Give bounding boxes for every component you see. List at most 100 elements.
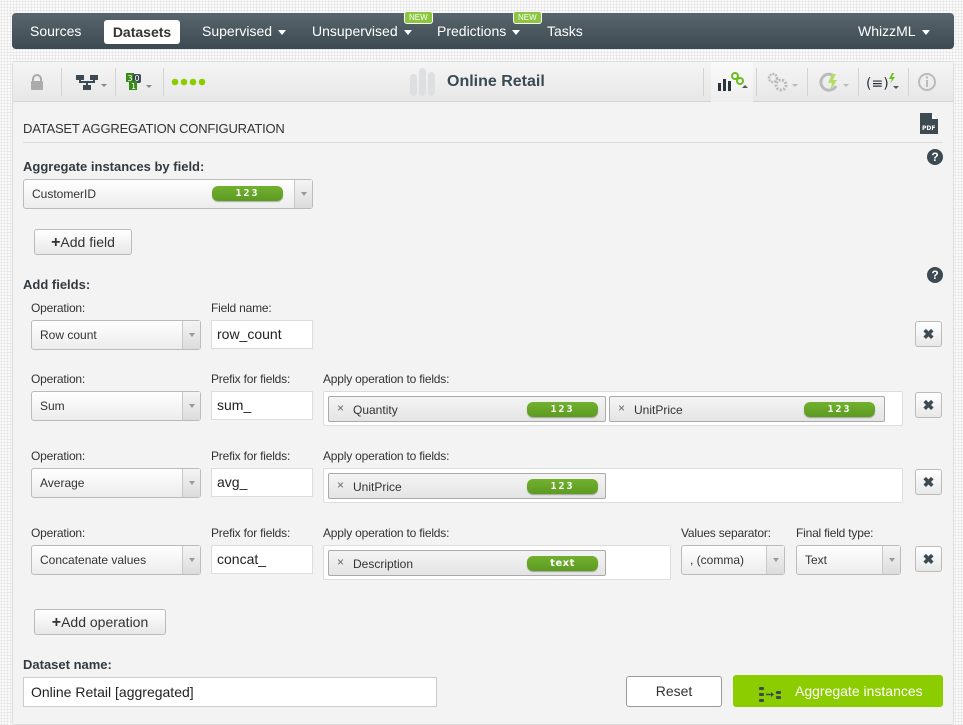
nav-predictions[interactable]: Predictions NEW bbox=[437, 11, 542, 49]
chevron-down-icon[interactable] bbox=[182, 392, 200, 420]
add-field-label: Add field bbox=[60, 234, 115, 250]
apply-fields-label: Apply operation to fields: bbox=[323, 449, 450, 463]
svg-text:1: 1 bbox=[131, 82, 136, 91]
close-icon: ✖ bbox=[922, 551, 935, 567]
operation-select[interactable]: Sum bbox=[31, 391, 201, 421]
prefix-input[interactable]: avg_ bbox=[211, 468, 313, 497]
aggregate-instances-button[interactable]: Aggregate instances bbox=[733, 675, 943, 707]
reset-button[interactable]: Reset bbox=[626, 676, 722, 707]
user-menu[interactable]: WhizzML bbox=[858, 13, 930, 49]
counter-icon[interactable]: 301 bbox=[123, 62, 159, 102]
toolbar-divider bbox=[756, 68, 757, 96]
nav-sources[interactable]: Sources bbox=[30, 13, 81, 49]
remove-operation-button[interactable]: ✖ bbox=[915, 469, 942, 495]
caret-down-icon bbox=[403, 29, 412, 35]
remove-chip-icon[interactable]: × bbox=[337, 549, 344, 575]
gears-icon[interactable] bbox=[761, 62, 803, 102]
final-type-label: Final field type: bbox=[796, 526, 874, 540]
toolbar-divider bbox=[61, 68, 62, 96]
remove-operation-button[interactable]: ✖ bbox=[915, 392, 942, 418]
toolbar-divider bbox=[807, 68, 808, 96]
operation-label: Operation: bbox=[31, 301, 86, 315]
operation-select[interactable]: Concatenate values bbox=[31, 545, 201, 575]
field-type-badge: 123 bbox=[527, 479, 598, 494]
lock-icon[interactable] bbox=[25, 62, 49, 102]
operation-value: Average bbox=[40, 476, 85, 490]
operation-label: Operation: bbox=[31, 526, 86, 540]
resource-toolbar: 301 Online Retail (≡) bbox=[13, 62, 953, 102]
chevron-down-icon[interactable] bbox=[182, 546, 200, 574]
toolbar-divider bbox=[858, 68, 859, 96]
nav-tasks-label: Tasks bbox=[547, 23, 583, 39]
prefix-input[interactable]: concat_ bbox=[211, 545, 313, 574]
apply-fields-multiselect[interactable]: × Quantity 123 × UnitPrice 123 bbox=[323, 391, 903, 426]
operation-select[interactable]: Average bbox=[31, 468, 201, 498]
nav-unsupervised[interactable]: Unsupervised NEW bbox=[312, 11, 433, 49]
top-navbar: Sources Datasets Supervised Unsupervised… bbox=[12, 11, 954, 49]
apply-fields-multiselect[interactable]: × Description text bbox=[323, 545, 671, 580]
remove-chip-icon[interactable]: × bbox=[337, 395, 344, 421]
chevron-down-icon[interactable] bbox=[182, 321, 200, 349]
prefix-label: Prefix for fields: bbox=[211, 449, 291, 463]
nav-predictions-label: Predictions bbox=[437, 23, 507, 39]
operation-label: Operation: bbox=[31, 449, 86, 463]
caret-down-icon bbox=[921, 29, 930, 35]
user-menu-label: WhizzML bbox=[858, 23, 916, 39]
main-panel: 301 Online Retail (≡) DATASET AGGREGATIO… bbox=[12, 61, 954, 725]
toolbar-divider bbox=[163, 68, 164, 96]
operation-select[interactable]: Row count bbox=[31, 320, 201, 350]
info-icon[interactable] bbox=[915, 62, 939, 102]
nav-tasks[interactable]: Tasks bbox=[547, 13, 583, 49]
apply-fields-multiselect[interactable]: × UnitPrice 123 bbox=[323, 468, 903, 503]
chevron-down-icon[interactable] bbox=[294, 180, 312, 208]
operation-value: Concatenate values bbox=[40, 553, 147, 567]
apply-fields-label: Apply operation to fields: bbox=[323, 372, 450, 386]
formula-icon[interactable]: (≡) bbox=[863, 62, 903, 102]
lightning-cycle-icon[interactable] bbox=[813, 62, 853, 102]
field-chip: × Description text bbox=[328, 550, 606, 576]
nav-sources-label: Sources bbox=[30, 23, 82, 39]
close-icon: ✖ bbox=[922, 397, 935, 413]
final-type-select[interactable]: Text bbox=[796, 545, 901, 575]
chevron-down-icon[interactable] bbox=[882, 546, 900, 574]
plus-icon: + bbox=[51, 614, 62, 631]
add-field-button[interactable]: +Add field bbox=[34, 229, 132, 255]
close-icon: ✖ bbox=[922, 474, 935, 490]
aggregate-field-select[interactable]: CustomerID 123 bbox=[23, 179, 313, 209]
pdf-icon[interactable]: PDF bbox=[919, 112, 939, 140]
help-icon[interactable]: ? bbox=[927, 149, 943, 165]
remove-chip-icon[interactable]: × bbox=[337, 472, 344, 498]
dataset-name-input[interactable]: Online Retail [aggregated] bbox=[23, 677, 437, 707]
svg-text:PDF: PDF bbox=[922, 125, 935, 132]
field-chip: × UnitPrice 123 bbox=[609, 396, 885, 422]
remove-operation-button[interactable]: ✖ bbox=[915, 321, 942, 347]
caret-down-icon bbox=[278, 29, 287, 35]
help-icon[interactable]: ? bbox=[927, 267, 943, 283]
separator-select[interactable]: , (comma) bbox=[681, 545, 785, 575]
nav-supervised[interactable]: Supervised bbox=[202, 13, 287, 49]
section-title: DATASET AGGREGATION CONFIGURATION bbox=[23, 121, 285, 136]
chevron-down-icon[interactable] bbox=[766, 546, 784, 574]
new-badge: NEW bbox=[404, 11, 433, 24]
apply-fields-label: Apply operation to fields: bbox=[323, 526, 450, 540]
aggregate-instances-label: Aggregate instances bbox=[795, 683, 923, 699]
chevron-down-icon[interactable] bbox=[182, 469, 200, 497]
prefix-input[interactable]: sum_ bbox=[211, 391, 313, 420]
field-name-label: Field name: bbox=[211, 301, 272, 315]
final-type-value: Text bbox=[805, 553, 828, 567]
chip-label: Description bbox=[353, 557, 414, 571]
field-type-badge: 123 bbox=[527, 402, 598, 417]
tree-icon[interactable] bbox=[71, 62, 111, 102]
remove-operation-button[interactable]: ✖ bbox=[915, 546, 942, 572]
add-operation-button[interactable]: +Add operation bbox=[34, 609, 166, 635]
remove-chip-icon[interactable]: × bbox=[618, 395, 625, 421]
operation-value: Row count bbox=[40, 328, 97, 342]
nav-datasets[interactable]: Datasets bbox=[104, 20, 180, 44]
nav-supervised-label: Supervised bbox=[202, 23, 273, 39]
nav-datasets-label: Datasets bbox=[112, 24, 172, 40]
chart-config-icon[interactable] bbox=[711, 62, 753, 102]
separator-value: , (comma) bbox=[690, 553, 744, 567]
field-type-badge: 123 bbox=[804, 402, 875, 417]
field-name-input[interactable]: row_count bbox=[211, 320, 313, 349]
aggregate-by-label: Aggregate instances by field: bbox=[23, 159, 205, 174]
